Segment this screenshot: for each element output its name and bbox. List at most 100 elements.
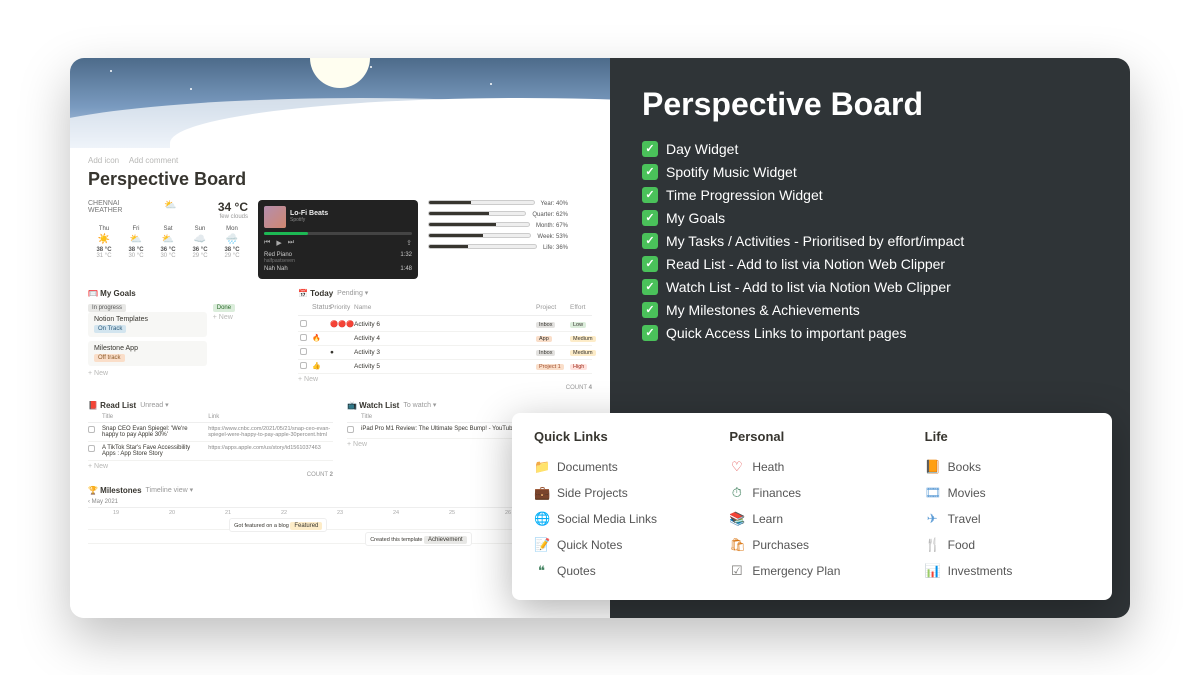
quick-link[interactable]: ⏱Finances — [729, 480, 894, 506]
quick-link[interactable]: 🌐Social Media Links — [534, 506, 699, 532]
checkbox[interactable] — [300, 334, 307, 341]
feature-item: ✓Quick Access Links to important pages — [642, 325, 1098, 341]
feature-item: ✓My Milestones & Achievements — [642, 302, 1098, 318]
quick-link[interactable]: 📊Investments — [925, 558, 1090, 584]
progress-row: Week: 53% — [428, 233, 568, 241]
feature-list: ✓Day Widget✓Spotify Music Widget✓Time Pr… — [642, 141, 1098, 341]
check-icon: ✓ — [642, 164, 658, 180]
today-header: 📅 Today — [298, 289, 333, 298]
checkbox[interactable] — [88, 445, 95, 452]
task-row[interactable]: ●Activity 3InboxMedium — [298, 346, 592, 360]
check-icon: ✓ — [642, 302, 658, 318]
link-icon: 🍴 — [925, 537, 940, 553]
new-goal-button[interactable]: + New — [213, 314, 284, 321]
check-icon: ✓ — [642, 187, 658, 203]
read-filter[interactable]: Unread ▾ — [140, 401, 168, 409]
feature-item: ✓Read List - Add to list via Notion Web … — [642, 256, 1098, 272]
popup-heading: Quick Links — [534, 429, 699, 444]
progress-row: Month: 67% — [428, 222, 568, 230]
goal-card[interactable]: Notion TemplatesOn Track — [88, 312, 207, 337]
weather-condition: few clouds — [218, 214, 248, 220]
spotify-widget[interactable]: Lo-Fi Beats Spotify ⏮ ▶ ⏭ ⇪ Red Pianohalfp… — [258, 200, 418, 279]
play-icon: ▶ — [276, 239, 281, 247]
checkbox[interactable] — [88, 426, 95, 433]
quick-link[interactable]: ♡Heath — [729, 454, 894, 480]
read-row[interactable]: Snap CEO Evan Spiegel: 'We're happy to p… — [88, 423, 333, 442]
feature-item: ✓My Tasks / Activities - Prioritised by … — [642, 233, 1098, 249]
checkbox[interactable] — [300, 320, 307, 327]
share-icon: ⇪ — [406, 239, 412, 247]
playlist-author: Spotify — [290, 217, 328, 223]
progress-row: Year: 40% — [428, 200, 568, 208]
quick-link[interactable]: 🎞Movies — [925, 480, 1090, 506]
goal-card[interactable]: Milestone AppOff track — [88, 341, 207, 366]
goals-header: 🥅 My Goals — [88, 289, 136, 298]
feature-item: ✓Watch List - Add to list via Notion Web… — [642, 279, 1098, 295]
playlist-title: Lo-Fi Beats — [290, 210, 328, 217]
done-column[interactable]: Done — [213, 304, 235, 312]
task-row[interactable]: 🔴🔴🔴Activity 6InboxLow — [298, 318, 592, 332]
forecast-day: Thu☀️38 °C31 °C — [88, 226, 120, 259]
check-icon: ✓ — [642, 256, 658, 272]
popup-column: Quick Links 📁Documents💼Side Projects🌐Soci… — [534, 429, 699, 584]
watch-filter[interactable]: To watch ▾ — [403, 401, 436, 409]
quick-link[interactable]: 📚Learn — [729, 506, 894, 532]
track-row[interactable]: Red Pianohalfpastseven1:32 — [264, 251, 412, 265]
playback-progress[interactable] — [264, 232, 412, 235]
link-icon: 📊 — [925, 563, 940, 579]
check-icon: ✓ — [642, 325, 658, 341]
link-icon: ✈ — [925, 511, 940, 527]
add-icon-button[interactable]: Add icon — [88, 156, 119, 165]
link-icon: ☑ — [729, 563, 744, 579]
track-row[interactable]: Nah Nah1:48 — [264, 265, 412, 273]
next-icon: ⏭ — [288, 239, 294, 247]
today-section: 📅 Today Pending ▾ Status Priority Name P… — [298, 289, 592, 391]
playback-controls[interactable]: ⏮ ▶ ⏭ ⇪ — [264, 239, 412, 247]
quick-link[interactable]: 💼Side Projects — [534, 480, 699, 506]
page-cover: ▲▲ ▲ — [70, 58, 610, 148]
popup-column: Personal♡Heath⏱Finances📚Learn🛍Purchases☑… — [729, 429, 894, 584]
new-read-button[interactable]: + New — [88, 463, 333, 470]
weather-temp: 34 °C — [218, 200, 248, 214]
quick-link[interactable]: 🛍Purchases — [729, 532, 894, 558]
new-goal-button[interactable]: + New — [88, 370, 207, 377]
add-comment-button[interactable]: Add comment — [129, 156, 178, 165]
quick-link[interactable]: 📙Books — [925, 454, 1090, 480]
new-task-button[interactable]: + New — [298, 376, 592, 383]
weather-widget: CHENNAI WEATHER ⛅ 34 °C few clouds Thu☀️… — [88, 200, 248, 279]
popup-heading: Personal — [729, 429, 894, 444]
today-filter[interactable]: Pending ▾ — [337, 289, 368, 297]
feature-item: ✓Time Progression Widget — [642, 187, 1098, 203]
inprogress-column[interactable]: In progress — [88, 304, 126, 312]
milestone-event[interactable]: Created this template Achievement — [365, 532, 472, 546]
quick-link[interactable]: 🍴Food — [925, 532, 1090, 558]
timeline-view[interactable]: Timeline view ▾ — [146, 486, 194, 494]
checkbox[interactable] — [300, 362, 307, 369]
task-row[interactable]: 👍Activity 5Project 1High — [298, 360, 592, 374]
link-icon: 💼 — [534, 485, 549, 501]
task-row[interactable]: 🔥Activity 4AppMedium — [298, 332, 592, 346]
quick-link[interactable]: ✈Travel — [925, 506, 1090, 532]
check-icon: ✓ — [642, 233, 658, 249]
page-title: Perspective Board — [88, 169, 592, 190]
popup-heading: Life — [925, 429, 1090, 444]
link-icon: 📚 — [729, 511, 744, 527]
quick-link[interactable]: ❝Quotes — [534, 558, 699, 584]
forecast-day: Sat⛅36 °C30 °C — [152, 226, 184, 259]
feature-item: ✓Day Widget — [642, 141, 1098, 157]
time-progression-widget: Year: 40%Quarter: 62%Month: 67%Week: 53%… — [428, 200, 568, 279]
prev-icon: ⏮ — [264, 239, 270, 247]
checkbox[interactable] — [347, 426, 354, 433]
quick-link[interactable]: 📁Documents — [534, 454, 699, 480]
quick-link[interactable]: 📝Quick Notes — [534, 532, 699, 558]
feature-item: ✓My Goals — [642, 210, 1098, 226]
feature-title: Perspective Board — [642, 86, 1098, 123]
quick-link[interactable]: ☑Emergency Plan — [729, 558, 894, 584]
page-actions: Add icon Add comment — [88, 156, 592, 165]
forecast-day: Fri⛅38 °C30 °C — [120, 226, 152, 259]
popup-column: Life 📙Books🎞Movies✈Travel🍴Food📊Investment… — [925, 429, 1090, 584]
progress-row: Life: 36% — [428, 244, 568, 252]
read-row[interactable]: A TikTok Star's Fave Accessibility Apps … — [88, 442, 333, 461]
checkbox[interactable] — [300, 348, 307, 355]
prev-month-icon[interactable]: ‹ — [88, 499, 90, 505]
